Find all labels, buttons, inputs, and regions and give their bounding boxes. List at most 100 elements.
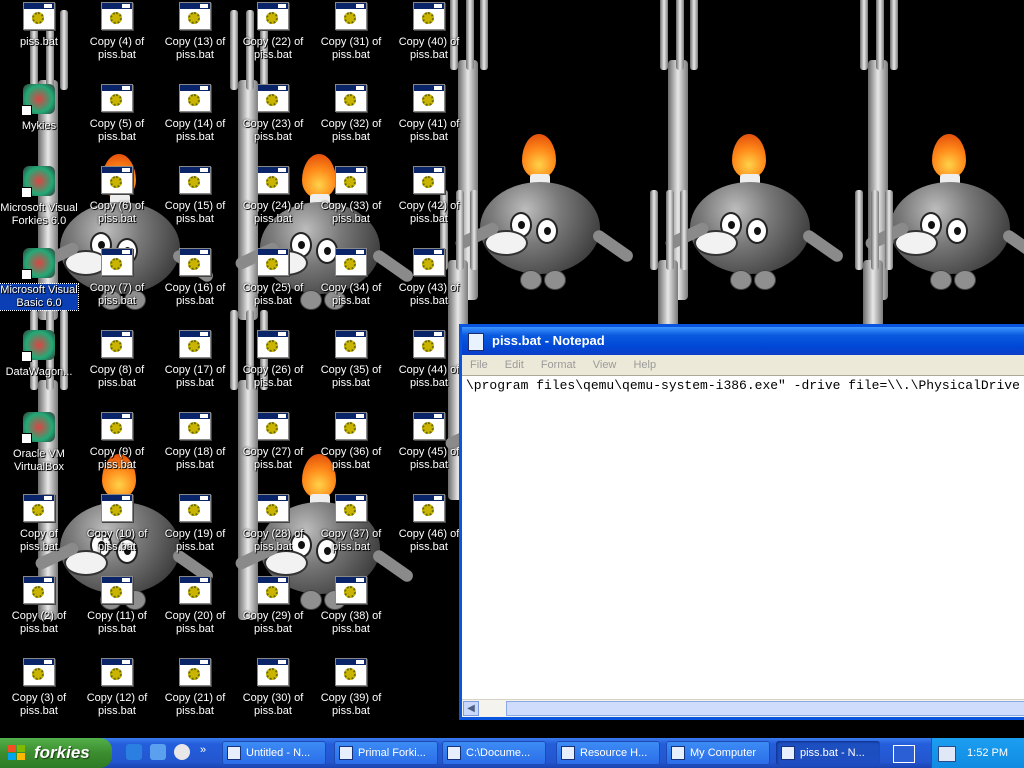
bat-file-icon-item[interactable]: piss.bat [0, 0, 78, 80]
batch-file-icon [335, 330, 367, 358]
bat-file-icon-item[interactable]: Copy (2) of piss.bat [0, 574, 78, 654]
menu-format[interactable]: Format [541, 359, 576, 371]
bat-file-icon-item[interactable]: Copy (26) of piss.bat [234, 328, 312, 408]
bat-file-icon-item[interactable]: Copy (37) of piss.bat [312, 492, 390, 572]
taskbar-button[interactable]: Resource H... [556, 741, 660, 765]
bat-file-icon-item[interactable]: Copy (29) of piss.bat [234, 574, 312, 654]
bat-file-icon-item[interactable]: Copy (27) of piss.bat [234, 410, 312, 490]
batch-file-icon [101, 330, 133, 358]
bat-file-icon-item[interactable]: Copy (12) of piss.bat [78, 656, 156, 736]
taskbar-button[interactable]: C:\Docume... [442, 741, 546, 765]
icon-label: Copy (46) of piss.bat [398, 528, 460, 553]
scrollbar-thumb[interactable] [506, 701, 1024, 716]
folder-icon [671, 746, 685, 760]
bat-file-icon-item[interactable]: Copy (6) of piss.bat [78, 164, 156, 244]
batch-file-icon [413, 330, 445, 358]
icon-label: Copy (37) of piss.bat [320, 528, 382, 553]
menu-file[interactable]: File [470, 359, 488, 371]
bat-file-icon-item[interactable]: Copy (33) of piss.bat [312, 164, 390, 244]
menu-help[interactable]: Help [633, 359, 656, 371]
bat-file-icon-item[interactable]: Copy (18) of piss.bat [156, 410, 234, 490]
bat-file-icon-item[interactable]: Copy (35) of piss.bat [312, 328, 390, 408]
notepad-title-bar[interactable]: piss.bat - Notepad [462, 327, 1024, 355]
menu-edit[interactable]: Edit [505, 359, 524, 371]
chevron-icon[interactable]: » [200, 744, 206, 756]
bat-file-icon-item[interactable]: Copy (40) of piss.bat [390, 0, 468, 80]
bat-file-icon-item[interactable]: Copy (44) of piss.bat [390, 328, 468, 408]
bat-file-icon-item[interactable]: Copy of piss.bat [0, 492, 78, 572]
batch-file-icon [335, 166, 367, 194]
bat-file-icon-item[interactable]: Copy (39) of piss.bat [312, 656, 390, 736]
bat-file-icon-item[interactable]: Copy (31) of piss.bat [312, 0, 390, 80]
bat-file-icon-item[interactable]: Copy (25) of piss.bat [234, 246, 312, 326]
icon-label: Copy (6) of piss.bat [89, 200, 145, 225]
bat-file-icon-item[interactable]: Copy (24) of piss.bat [234, 164, 312, 244]
show-desktop-icon[interactable] [150, 744, 166, 760]
bat-file-icon-item[interactable]: Copy (43) of piss.bat [390, 246, 468, 326]
bat-file-icon-item[interactable]: Copy (10) of piss.bat [78, 492, 156, 572]
icon-label: Copy (17) of piss.bat [164, 364, 226, 389]
bat-file-icon-item[interactable]: Copy (45) of piss.bat [390, 410, 468, 490]
notepad-icon [468, 333, 484, 351]
shortcut-icon-item[interactable]: Microsoft Visual Basic 6.0 [0, 246, 79, 326]
taskbar-button[interactable]: My Computer [666, 741, 770, 765]
shortcut-icon-item[interactable]: Oracle VM VirtualBox [0, 410, 78, 490]
notepad-window[interactable]: piss.bat - Notepad File Edit Format View… [459, 324, 1024, 720]
batch-file-icon [257, 166, 289, 194]
bat-file-icon-item[interactable]: Copy (34) of piss.bat [312, 246, 390, 326]
shortcut-icon-item[interactable]: Microsoft Visual Forkies 6.0 [0, 164, 78, 244]
keyboard-icon[interactable] [893, 745, 915, 763]
clock[interactable]: 1:52 PM [967, 738, 1008, 768]
bat-file-icon-item[interactable]: Copy (17) of piss.bat [156, 328, 234, 408]
bat-file-icon-item[interactable]: Copy (7) of piss.bat [78, 246, 156, 326]
batch-file-icon [179, 166, 211, 194]
bat-file-icon-item[interactable]: Copy (3) of piss.bat [0, 656, 78, 736]
bat-file-icon-item[interactable]: Copy (42) of piss.bat [390, 164, 468, 244]
taskbar-button[interactable]: Primal Forki... [334, 741, 438, 765]
scroll-left-arrow-icon[interactable]: ◀ [463, 701, 479, 716]
text-area[interactable]: \program files\qemu\qemu-system-i386.exe… [462, 375, 1024, 699]
bat-file-icon-item[interactable]: Copy (19) of piss.bat [156, 492, 234, 572]
bat-file-icon-item[interactable]: Copy (13) of piss.bat [156, 0, 234, 80]
app-shortcut-icon [21, 412, 55, 444]
bat-file-icon-item[interactable]: Copy (14) of piss.bat [156, 82, 234, 162]
bat-file-icon-item[interactable]: Copy (41) of piss.bat [390, 82, 468, 162]
media-player-icon[interactable] [174, 744, 190, 760]
ie-icon[interactable] [126, 744, 142, 760]
batch-file-icon [179, 84, 211, 112]
taskbar-button[interactable]: piss.bat - N... [776, 741, 880, 765]
bat-file-icon-item[interactable]: Copy (8) of piss.bat [78, 328, 156, 408]
icon-label: Copy (26) of piss.bat [242, 364, 304, 389]
menu-view[interactable]: View [593, 359, 617, 371]
shortcut-icon-item[interactable]: Mykies [0, 82, 78, 162]
bat-file-icon-item[interactable]: Copy (28) of piss.bat [234, 492, 312, 572]
bat-file-icon-item[interactable]: Copy (5) of piss.bat [78, 82, 156, 162]
icon-label: Copy (41) of piss.bat [398, 118, 460, 143]
bat-file-icon-item[interactable]: Copy (9) of piss.bat [78, 410, 156, 490]
bat-file-icon-item[interactable]: Copy (4) of piss.bat [78, 0, 156, 80]
bat-file-icon-item[interactable]: Copy (23) of piss.bat [234, 82, 312, 162]
start-button[interactable]: forkies [0, 738, 112, 768]
icon-label: piss.bat [20, 36, 58, 48]
bat-file-icon-item[interactable]: Copy (46) of piss.bat [390, 492, 468, 572]
bat-file-icon-item[interactable]: Copy (16) of piss.bat [156, 246, 234, 326]
bat-file-icon-item[interactable]: Copy (11) of piss.bat [78, 574, 156, 654]
bat-file-icon-item[interactable]: Copy (22) of piss.bat [234, 0, 312, 80]
taskbar-button[interactable]: Untitled - N... [222, 741, 326, 765]
bat-file-icon-item[interactable]: Copy (30) of piss.bat [234, 656, 312, 736]
bat-file-icon-item[interactable]: Copy (15) of piss.bat [156, 164, 234, 244]
icon-label: Copy (16) of piss.bat [164, 282, 226, 307]
bat-file-icon-item[interactable]: Copy (21) of piss.bat [156, 656, 234, 736]
bat-file-icon-item[interactable]: Copy (36) of piss.bat [312, 410, 390, 490]
batch-file-icon [257, 84, 289, 112]
bat-file-icon-item[interactable]: Copy (32) of piss.bat [312, 82, 390, 162]
batch-file-icon [335, 412, 367, 440]
shortcut-icon-item[interactable]: DataWagon... [0, 328, 78, 408]
batch-file-icon [335, 658, 367, 686]
batch-file-icon [101, 166, 133, 194]
bat-file-icon-item[interactable]: Copy (20) of piss.bat [156, 574, 234, 654]
bat-file-icon-item[interactable]: Copy (38) of piss.bat [312, 574, 390, 654]
horizontal-scrollbar[interactable]: ◀ [462, 699, 1024, 717]
network-icon[interactable] [938, 746, 956, 762]
icon-label: Copy (33) of piss.bat [320, 200, 382, 225]
